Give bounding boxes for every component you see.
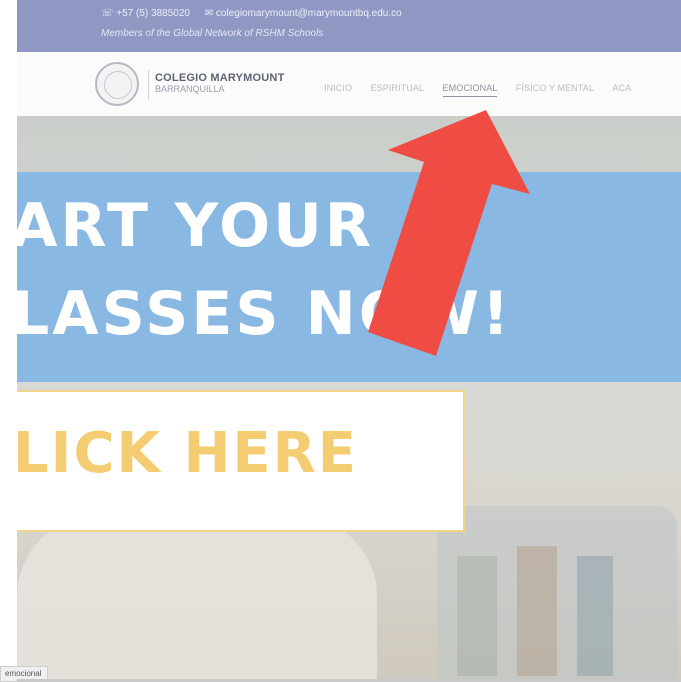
nav-item-espiritual[interactable]: ESPIRITUAL [371,83,425,93]
contact-info: ☏ +57 (5) 3885020 ✉ colegiomarymount@mar… [101,8,414,19]
school-city: BARRANQUILLA [155,84,225,94]
status-url: emocional [5,669,42,678]
arrow-icon [368,110,530,356]
main-navbar: COLEGIO MARYMOUNT BARRANQUILLA INICIO ES… [17,52,681,116]
phone-link[interactable]: ☏ +57 (5) 3885020 [101,8,190,19]
email-link[interactable]: ✉ colegiomarymount@marymountbq.edu.co [205,8,402,19]
hero-section: ART YOUR LASSES NOW! LICK HERE [17,116,681,682]
web-page: ☏ +57 (5) 3885020 ✉ colegiomarymount@mar… [17,0,681,682]
network-tagline: Members of the Global Network of RSHM Sc… [101,28,324,39]
nav-item-fisico-y-mental[interactable]: FÍSICO Y MENTAL [516,83,594,93]
click-here-button[interactable]: LICK HERE [17,390,465,532]
school-brand[interactable]: COLEGIO MARYMOUNT BARRANQUILLA [155,72,285,94]
book-spine-image [457,556,497,676]
school-crest-logo[interactable] [95,62,139,106]
hero-headline-line-1: ART YOUR [17,191,374,261]
hero-banner: ART YOUR LASSES NOW! [17,172,681,382]
nav-menu: INICIO ESPIRITUAL EMOCIONAL FÍSICO Y MEN… [324,78,645,97]
nav-item-emocional[interactable]: EMOCIONAL [442,83,498,97]
top-contact-bar: ☏ +57 (5) 3885020 ✉ colegiomarymount@mar… [17,0,681,52]
brand-divider [148,70,149,100]
click-here-label: LICK HERE [17,421,359,486]
school-name: COLEGIO MARYMOUNT [155,72,285,84]
red-arrow-annotation [368,110,530,356]
book-spine-image [577,556,613,676]
open-book-image [17,516,377,682]
book-spine-image [517,546,557,676]
nav-item-academico[interactable]: ACA [612,83,631,93]
crest-inner-ring [104,71,132,99]
nav-item-inicio[interactable]: INICIO [324,83,352,93]
